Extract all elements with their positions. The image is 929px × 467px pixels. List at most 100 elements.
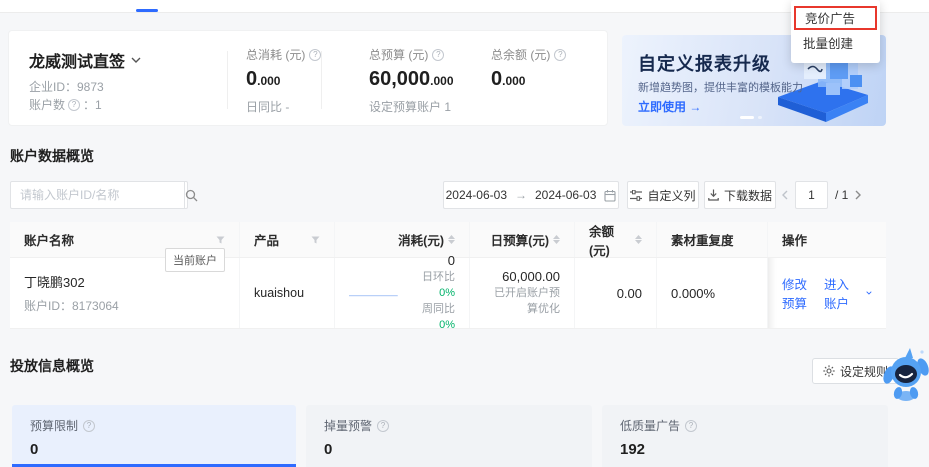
download-data-button[interactable]: 下载数据	[704, 181, 776, 209]
stat-total-budget: 总预算 (元) ? 60,000.000 设定预算账户 1	[369, 46, 454, 115]
stat-label: 总消耗 (元)	[246, 48, 306, 62]
row-account-id: 账户ID：8173064	[24, 299, 119, 313]
cell-balance: 0.00	[575, 258, 657, 328]
search-button[interactable]	[184, 182, 198, 208]
table-row: 丁晓鹏302 账户ID：8173064 当前账户 kuaishou 0 日环比 …	[10, 248, 886, 331]
account-count-row: 账户数 ? ：1	[29, 98, 102, 112]
help-icon[interactable]: ?	[309, 48, 322, 61]
page-total: / 1	[835, 188, 849, 202]
current-account-badge: 当前账户	[165, 248, 225, 272]
pagination: / 1	[781, 181, 862, 209]
budget-optimization-note: 已开启账户预算优化	[494, 287, 560, 315]
search-icon	[185, 189, 198, 201]
daily-budget-value: 60,000.00	[502, 269, 560, 284]
stat-value: 0.000	[491, 68, 526, 90]
help-icon[interactable]: ?	[554, 48, 567, 61]
header-product: 产品	[240, 222, 335, 257]
stat-value: 0.000	[246, 68, 281, 90]
carousel-dot-active[interactable]	[740, 116, 754, 119]
stat-total-balance: 总余额 (元) ? 0.000	[491, 46, 567, 92]
sort-icon[interactable]	[448, 235, 455, 244]
cell-daily-budget: 60,000.00 已开启账户预算优化	[470, 258, 575, 328]
metric-value: 0	[30, 441, 39, 458]
header-spend: 消耗(元)	[335, 222, 470, 257]
enter-account-link[interactable]: 进入账户	[824, 274, 857, 312]
metric-card-low-quality-ads[interactable]: 低质量广告 ? 192	[602, 405, 888, 467]
active-tab-indicator	[136, 9, 158, 12]
account-switcher[interactable]: 龙威测试直签	[29, 48, 141, 72]
cell-account-name: 丁晓鹏302 账户ID：8173064 当前账户	[10, 248, 240, 328]
date-end: 2024-06-03	[535, 188, 597, 202]
sliders-icon	[630, 189, 643, 201]
menu-item-bidding-ads[interactable]: 竞价广告	[794, 6, 877, 30]
cell-actions: 修改预算 进入账户	[768, 258, 886, 328]
modify-budget-link[interactable]: 修改预算	[782, 274, 815, 312]
calendar-icon	[604, 189, 616, 202]
assistant-mascot-icon[interactable]	[883, 345, 929, 403]
set-rules-label: 设定规则	[840, 364, 889, 379]
search-input[interactable]	[11, 182, 184, 208]
custom-columns-button[interactable]: 自定义列	[627, 181, 699, 209]
date-arrow: →	[515, 188, 527, 202]
spend-wow: 0%	[439, 319, 455, 331]
header-daily-budget: 日预算(元)	[470, 222, 575, 257]
dashboard-page: 竞价广告 批量创建 龙威测试直签 企业ID：9873 账户数 ? ：1 总消耗 …	[0, 0, 929, 467]
divider	[227, 51, 228, 109]
spend-value: 0	[447, 253, 455, 268]
cell-material-dup: 0.000%	[657, 258, 768, 328]
prev-page-icon[interactable]	[781, 190, 788, 200]
chevron-down-icon	[131, 57, 141, 63]
help-icon[interactable]: ?	[432, 48, 445, 61]
date-range-picker[interactable]: 2024-06-03 → 2024-06-03	[443, 181, 619, 209]
create-dropdown-menu: 竞价广告 批量创建	[791, 0, 880, 63]
sort-icon[interactable]	[635, 235, 642, 244]
spend-dod: 0%	[439, 287, 455, 299]
row-account-name[interactable]: 丁晓鹏302	[24, 272, 119, 291]
custom-columns-label: 自定义列	[647, 188, 696, 203]
spend-sparkline	[349, 295, 398, 297]
help-icon[interactable]: ?	[83, 419, 96, 432]
sort-icon[interactable]	[553, 235, 560, 244]
metric-card-budget-limit[interactable]: 预算限制 ? 0	[12, 405, 296, 467]
stat-label: 总余额 (元)	[491, 48, 551, 62]
next-page-icon[interactable]	[855, 190, 862, 200]
help-icon[interactable]: ?	[68, 98, 81, 111]
accounts-section-title: 账户数据概览	[10, 148, 94, 164]
stat-label: 总预算 (元)	[369, 48, 429, 62]
stat-total-spend: 总消耗 (元) ? 0.000 日同比 -	[246, 46, 322, 115]
download-label: 下载数据	[723, 188, 772, 203]
accounts-table: 账户名称 产品 消耗(元) 日预算(元) 余额(元) 素材重复度 操作 丁晓鹏3…	[10, 222, 886, 331]
banner-cta-link[interactable]: 立即使用 →	[638, 98, 701, 115]
filter-icon[interactable]	[216, 236, 225, 244]
metric-label: 低质量广告	[620, 419, 681, 433]
header-actions: 操作	[782, 234, 808, 248]
menu-item-batch-create[interactable]: 批量创建	[791, 33, 880, 57]
filter-icon[interactable]	[311, 236, 320, 244]
header-material-dup: 素材重复度	[657, 222, 768, 257]
carousel-dots[interactable]	[740, 116, 762, 119]
help-icon[interactable]: ?	[685, 419, 698, 432]
cell-product: kuaishou	[240, 258, 335, 328]
metric-value: 192	[620, 441, 646, 458]
account-name: 龙威测试直签	[29, 54, 126, 71]
date-start: 2024-06-03	[445, 188, 507, 202]
help-icon[interactable]: ?	[377, 419, 390, 432]
account-search	[10, 181, 198, 209]
download-icon	[708, 189, 719, 201]
metric-value: 0	[324, 441, 333, 458]
gear-icon	[823, 365, 835, 377]
stat-value: 60,000.000	[369, 68, 454, 90]
metric-label: 预算限制	[30, 419, 79, 433]
divider	[321, 51, 322, 109]
banner-title: 自定义报表升级	[638, 54, 771, 74]
chevron-down-icon[interactable]	[866, 290, 872, 296]
carousel-dot[interactable]	[758, 116, 762, 119]
banner-subtitle: 新增趋势图，提供丰富的模板能力	[638, 82, 803, 94]
cell-spend: 0 日环比 0% 周同比 0%	[335, 253, 470, 331]
account-overview-card: 龙威测试直签 企业ID：9873 账户数 ? ：1 总消耗 (元) ? 0.00…	[8, 30, 608, 126]
stat-sub: 日同比 -	[246, 100, 290, 114]
metric-card-volume-drop-alert[interactable]: 掉量预警 ? 0	[306, 405, 592, 467]
page-number-input[interactable]	[795, 181, 828, 209]
company-id: 企业ID：9873	[29, 80, 104, 94]
header-balance: 余额(元)	[575, 222, 657, 258]
